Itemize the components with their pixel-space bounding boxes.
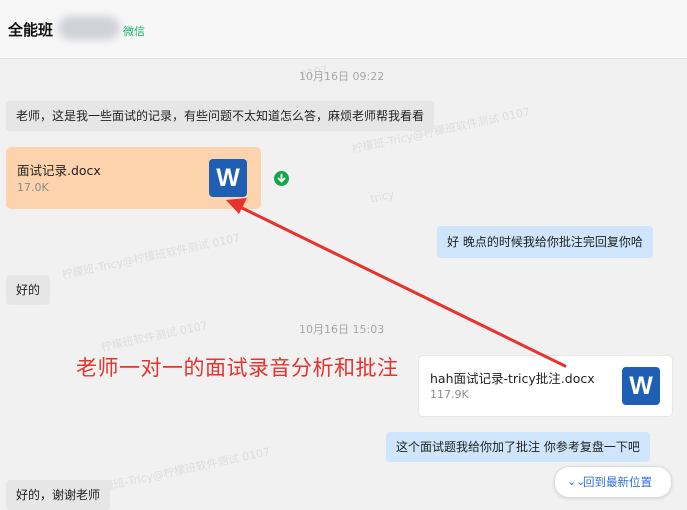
annotation-arrow — [226, 198, 567, 368]
